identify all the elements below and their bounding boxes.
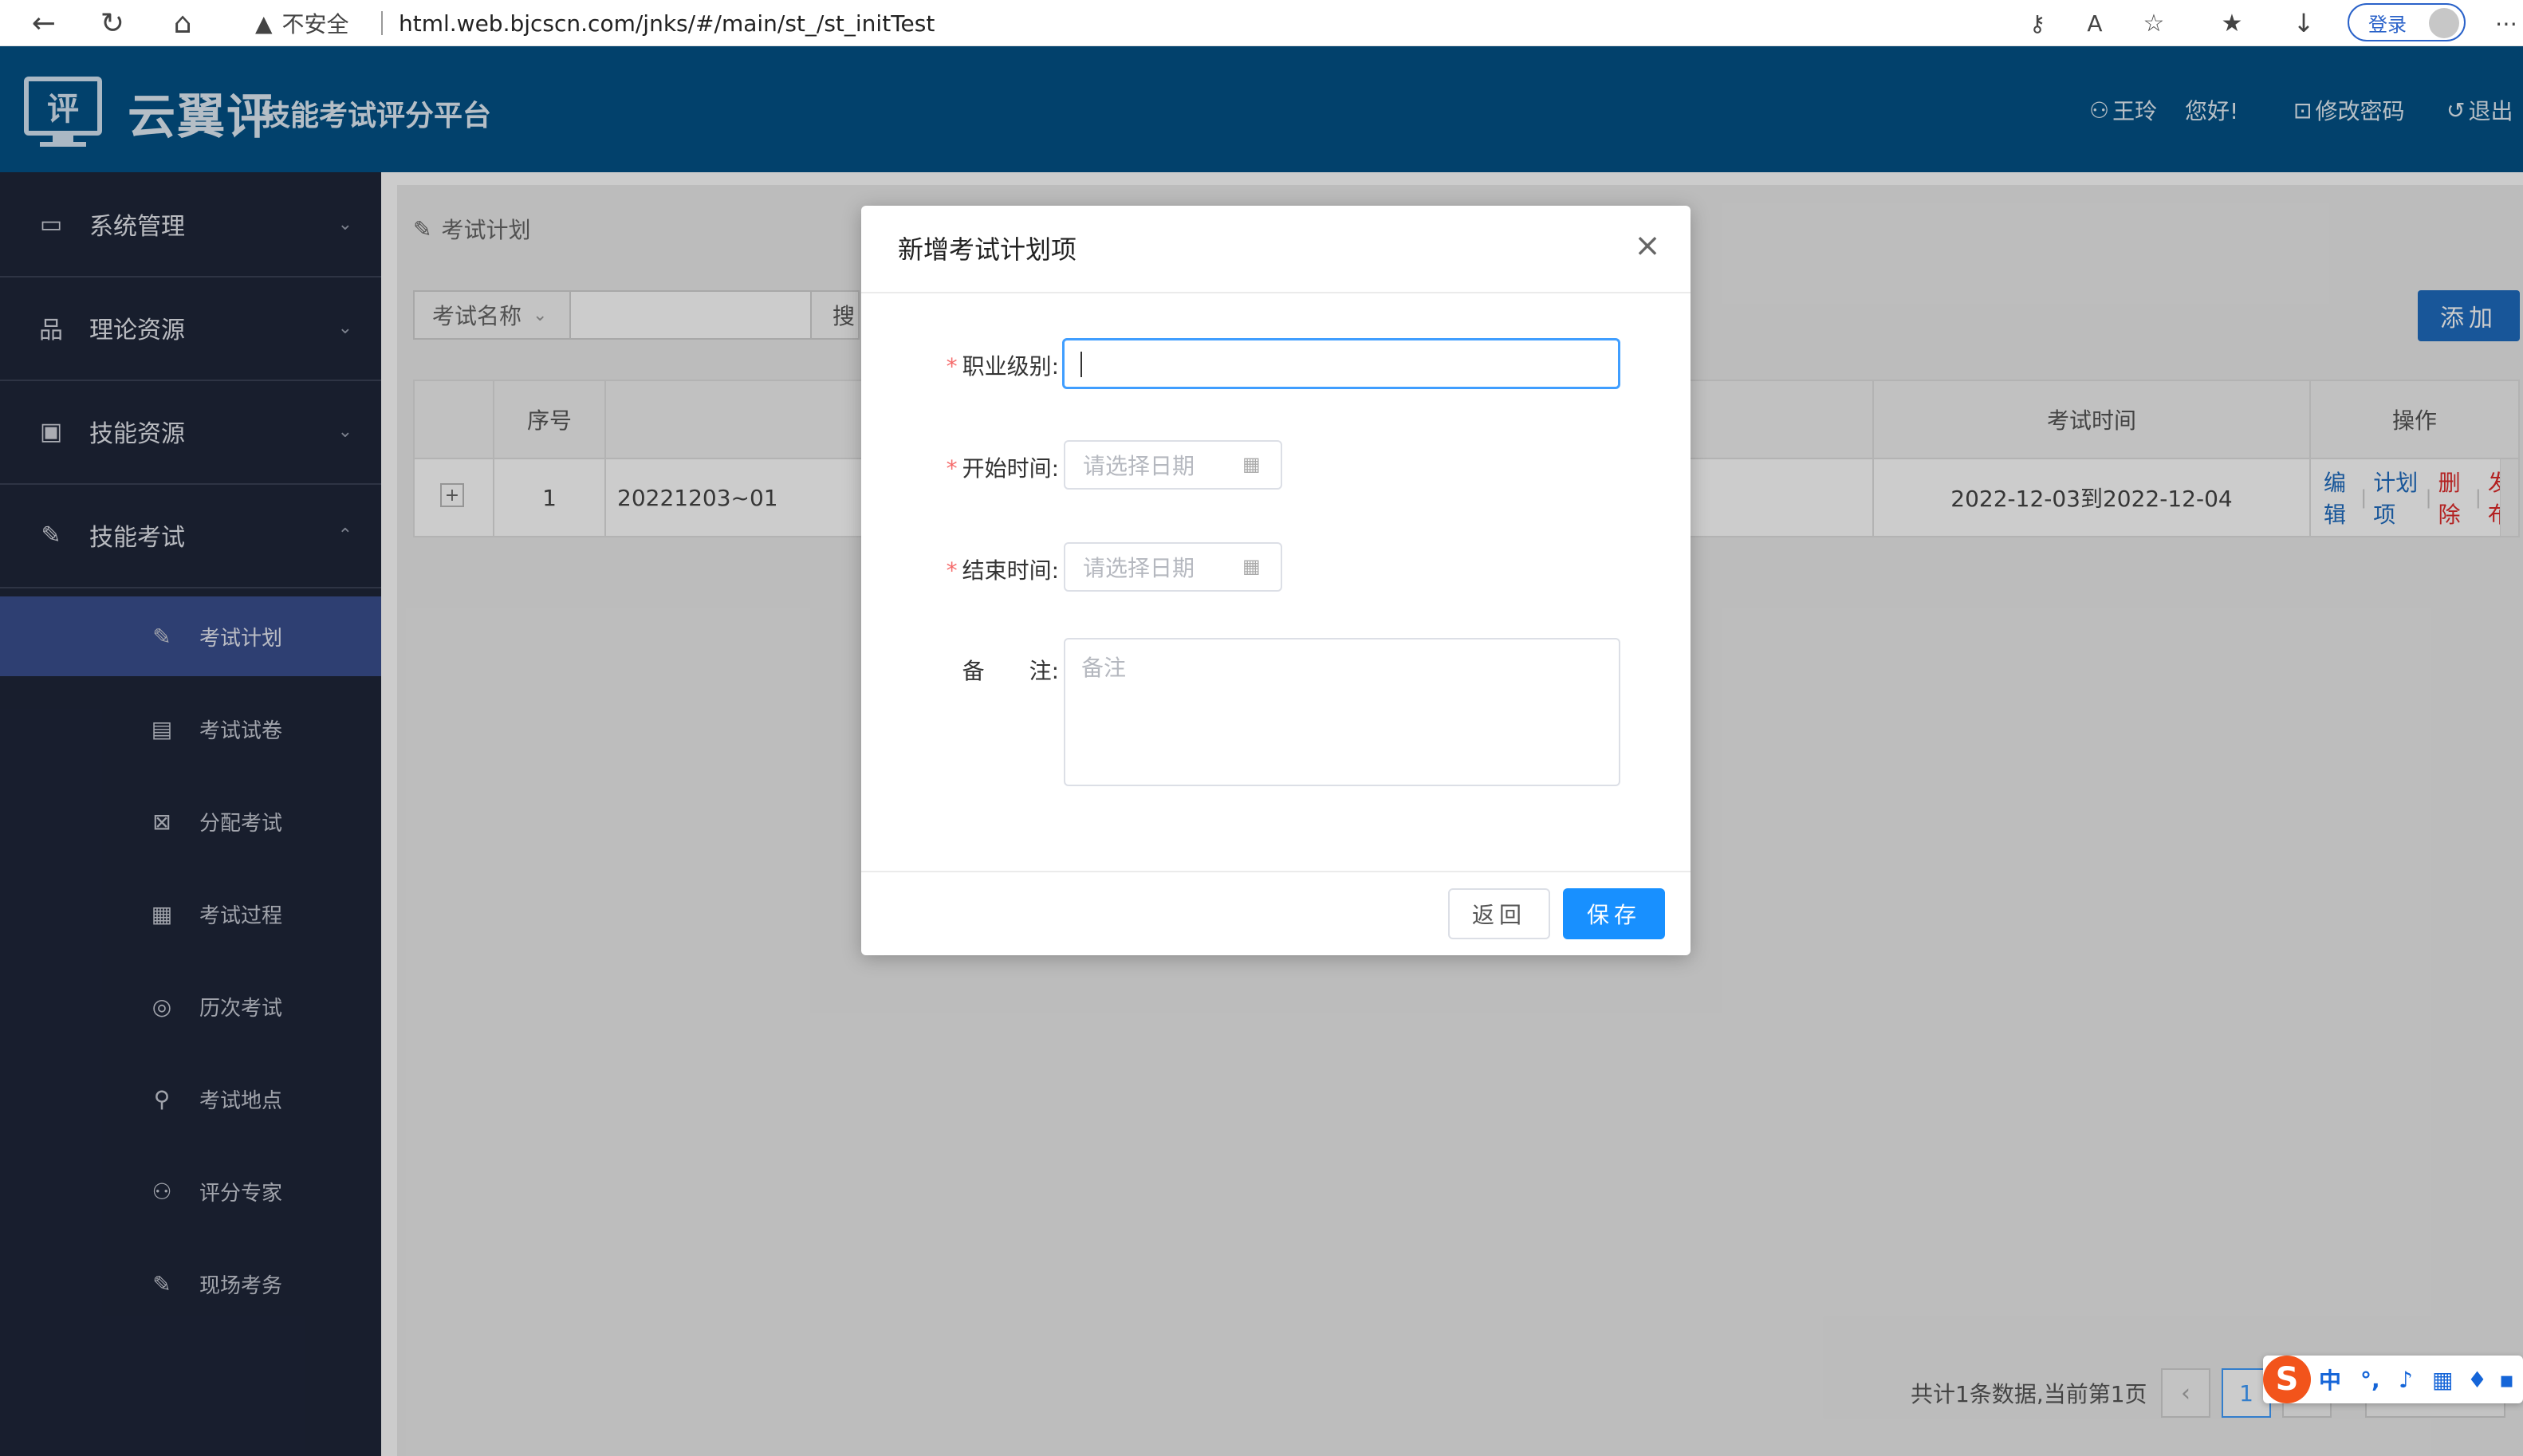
back-arrow-icon[interactable]: ← bbox=[24, 3, 64, 43]
remark-label: 备 注: bbox=[962, 658, 1059, 684]
ime-mode[interactable]: 中 bbox=[2319, 1364, 2341, 1395]
dialog-header-divider bbox=[861, 292, 1691, 293]
dialog-footer-divider bbox=[861, 871, 1691, 872]
end-date-picker[interactable]: 请选择日期 ▦ bbox=[1064, 542, 1282, 592]
remark-textarea[interactable]: 备注 bbox=[1064, 638, 1620, 786]
required-mark: * bbox=[946, 557, 958, 584]
ime-toolbar[interactable]: S 中 °, ♪ ▦ ♦ ▪ bbox=[2263, 1356, 2523, 1403]
browser-login-button[interactable]: 登录 bbox=[2348, 3, 2466, 41]
level-input[interactable] bbox=[1062, 338, 1620, 389]
menu-grid-icon[interactable]: ▪ bbox=[2499, 1364, 2514, 1395]
microphone-icon[interactable]: ♪ bbox=[2399, 1364, 2413, 1395]
required-mark: * bbox=[946, 455, 958, 482]
start-time-label: * 开始时间: bbox=[946, 455, 1059, 482]
address-bar-url[interactable]: html.web.bjcscn.com/jnks/#/main/st_/st_i… bbox=[399, 0, 935, 46]
key-icon[interactable]: ⚷ bbox=[2017, 3, 2057, 43]
add-plan-item-dialog: 新增考试计划项 × * 职业级别: * 开始时间: 请选择日期 ▦ * 结束时间: 请… bbox=[861, 206, 1691, 955]
security-warning[interactable]: ▲ 不安全 bbox=[255, 0, 349, 46]
download-icon[interactable]: ↓ bbox=[2284, 3, 2324, 43]
reload-icon[interactable]: ↻ bbox=[92, 3, 132, 43]
favorites-icon[interactable]: ★ bbox=[2212, 3, 2252, 43]
favorite-add-icon[interactable]: ☆ bbox=[2134, 3, 2174, 43]
text-caret bbox=[1080, 352, 1082, 377]
skin-icon[interactable]: ♦ bbox=[2467, 1364, 2487, 1395]
warning-icon: ▲ bbox=[255, 10, 273, 37]
calendar-icon: ▦ bbox=[1242, 555, 1261, 577]
home-icon[interactable]: ⌂ bbox=[163, 3, 203, 43]
level-label: * 职业级别: bbox=[946, 353, 1059, 380]
required-mark: * bbox=[946, 353, 958, 380]
avatar bbox=[2429, 8, 2459, 38]
back-button[interactable]: 返回 bbox=[1448, 888, 1550, 939]
dialog-title: 新增考试计划项 bbox=[898, 234, 1077, 265]
more-icon[interactable]: ⋯ bbox=[2486, 3, 2523, 43]
punctuation-icon[interactable]: °, bbox=[2360, 1364, 2380, 1395]
browser-toolbar: ← ↻ ⌂ ▲ 不安全 html.web.bjcscn.com/jnks/#/ma… bbox=[0, 0, 2523, 46]
end-time-label: * 结束时间: bbox=[946, 557, 1059, 584]
keyboard-icon[interactable]: ▦ bbox=[2432, 1364, 2453, 1395]
read-aloud-icon[interactable]: A bbox=[2075, 3, 2115, 43]
start-date-picker[interactable]: 请选择日期 ▦ bbox=[1064, 440, 1282, 490]
sogou-logo-icon[interactable]: S bbox=[2263, 1356, 2311, 1403]
address-separator bbox=[381, 11, 383, 35]
calendar-icon: ▦ bbox=[1242, 453, 1261, 475]
close-icon[interactable]: × bbox=[1631, 227, 1663, 264]
save-button[interactable]: 保存 bbox=[1563, 888, 1665, 939]
